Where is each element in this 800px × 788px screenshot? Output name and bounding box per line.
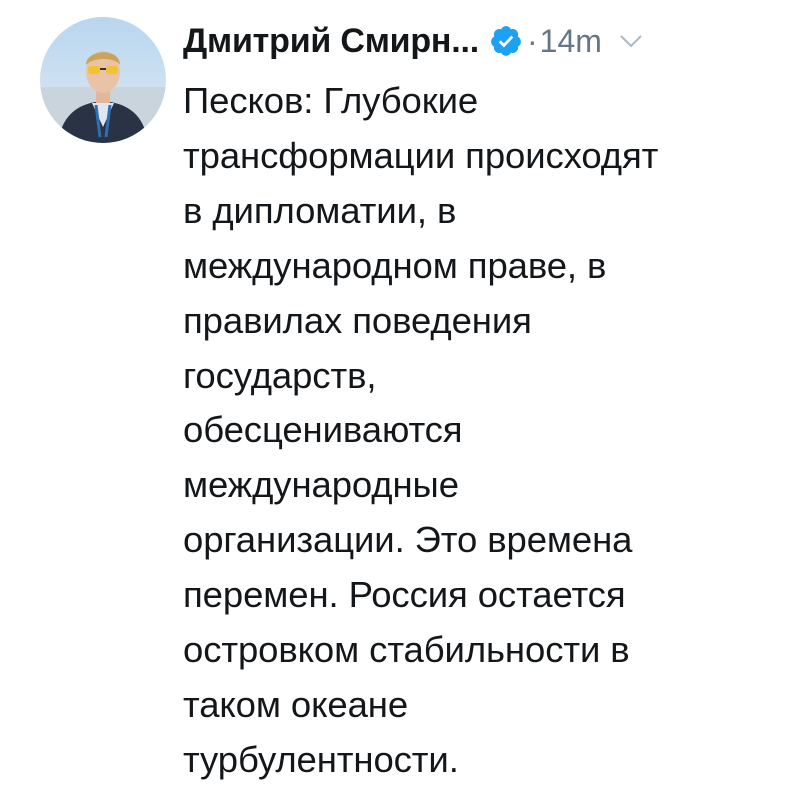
- tweet-text-line: обесцениваются: [183, 409, 463, 451]
- chevron-down-icon[interactable]: [618, 28, 644, 54]
- tweet-text-line: организации. Это времена: [183, 519, 633, 561]
- tweet-text-line: правилах поведения: [183, 299, 532, 341]
- author-name[interactable]: Дмитрий Смирн...: [183, 22, 479, 61]
- verified-badge-icon: [489, 24, 523, 58]
- tweet-text-line: турбулентности.: [183, 738, 459, 780]
- tweet-text-line: международные: [183, 464, 459, 506]
- avatar[interactable]: [40, 17, 166, 143]
- tweet-text-line: островком стабильности в: [183, 629, 630, 671]
- tweet-text-line: перемен. Россия остается: [183, 574, 626, 616]
- tweet-text-line: в дипломатии, в: [183, 189, 457, 231]
- tweet-header: Дмитрий Смирн... · 14m: [183, 18, 644, 64]
- tweet-text-line: таком океане: [183, 683, 409, 725]
- timestamp[interactable]: 14m: [540, 23, 602, 60]
- tweet-text-line: трансформации происходят: [183, 134, 659, 176]
- tweet[interactable]: Дмитрий Смирн... · 14m Песков: Глубокие …: [0, 0, 800, 785]
- tweet-text-line: Песков: Глубокие: [183, 80, 479, 121]
- tweet-text-line: международном праве, в: [183, 244, 607, 286]
- tweet-text-line: государств,: [183, 354, 377, 396]
- separator-dot: ·: [527, 22, 538, 59]
- tweet-text: Песков: Глубокие трансформации происходя…: [183, 74, 763, 788]
